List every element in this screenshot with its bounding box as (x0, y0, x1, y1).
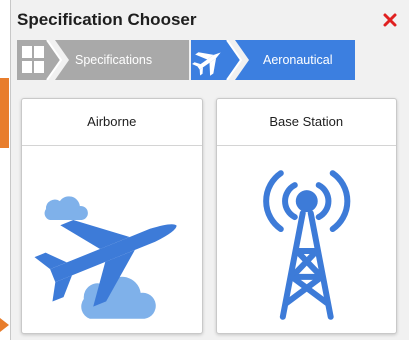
specification-chooser-dialog: Specification Chooser Specifications Aer… (10, 0, 409, 340)
breadcrumb-item-specifications[interactable]: Specifications (17, 40, 189, 80)
option-cards: Airborne Base Station (21, 98, 397, 334)
dialog-title: Specification Chooser (17, 10, 197, 29)
background-accent-arrow (0, 318, 9, 332)
base-station-illustration (217, 146, 397, 333)
base-station-option-label: Base Station (216, 99, 396, 146)
background-accent (0, 78, 9, 148)
screen: Specification Chooser Specifications Aer… (0, 0, 409, 340)
airborne-option-card[interactable]: Airborne (21, 98, 203, 334)
close-button[interactable] (379, 9, 401, 31)
airplane-cloud-icon (34, 195, 177, 319)
breadcrumb-item-aeronautical[interactable]: Aeronautical (191, 40, 355, 80)
breadcrumb: Specifications Aeronautical (17, 40, 409, 80)
close-icon (383, 13, 397, 27)
dialog-titlebar: Specification Chooser (11, 0, 409, 40)
airborne-illustration (22, 146, 202, 333)
base-station-option-card[interactable]: Base Station (215, 98, 397, 334)
breadcrumb-label-aeronautical: Aeronautical (263, 53, 333, 67)
airborne-option-label: Airborne (22, 99, 202, 146)
radio-tower-icon (262, 169, 350, 320)
breadcrumb-label-specifications: Specifications (75, 53, 153, 67)
